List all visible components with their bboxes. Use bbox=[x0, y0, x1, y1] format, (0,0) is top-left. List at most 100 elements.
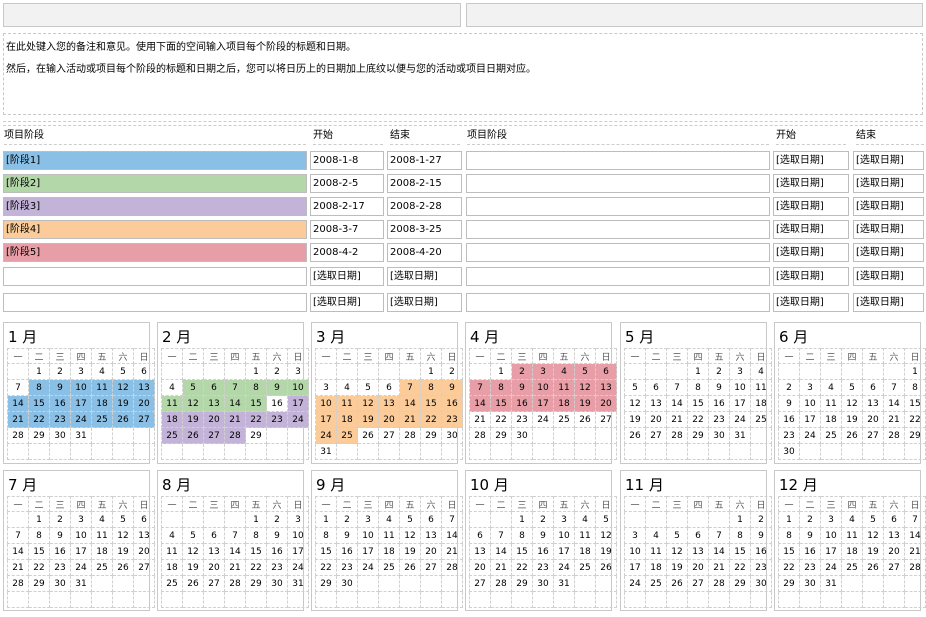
day-cell[interactable]: 10 bbox=[820, 527, 842, 544]
empty-day-cell[interactable] bbox=[883, 363, 905, 380]
empty-day-cell[interactable] bbox=[7, 363, 29, 380]
day-cell[interactable]: 10 bbox=[729, 379, 751, 396]
empty-day-cell[interactable] bbox=[336, 443, 358, 460]
day-cell[interactable]: 3 bbox=[70, 511, 92, 528]
day-cell[interactable]: 31 bbox=[70, 575, 92, 592]
day-cell[interactable]: 22 bbox=[904, 411, 926, 428]
day-cell[interactable]: 16 bbox=[49, 543, 71, 560]
day-cell[interactable]: 8 bbox=[28, 527, 50, 544]
day-cell[interactable]: 18 bbox=[553, 395, 575, 412]
empty-day-cell[interactable] bbox=[224, 443, 246, 460]
day-cell[interactable]: 26 bbox=[112, 559, 134, 576]
day-cell[interactable]: 8 bbox=[420, 379, 442, 396]
day-cell[interactable]: 7 bbox=[7, 379, 29, 396]
day-cell[interactable]: 3 bbox=[532, 363, 554, 380]
day-cell[interactable]: 14 bbox=[224, 395, 246, 412]
empty-day-cell[interactable] bbox=[666, 511, 688, 528]
empty-day-cell[interactable] bbox=[70, 443, 92, 460]
day-cell[interactable]: 7 bbox=[441, 511, 463, 528]
empty-day-cell[interactable] bbox=[553, 443, 575, 460]
end-date-field[interactable]: [选取日期] bbox=[853, 197, 924, 216]
empty-day-cell[interactable] bbox=[245, 591, 267, 608]
day-cell[interactable]: 13 bbox=[469, 543, 491, 560]
day-cell[interactable]: 16 bbox=[336, 543, 358, 560]
day-cell[interactable]: 25 bbox=[91, 411, 113, 428]
day-cell[interactable]: 24 bbox=[357, 559, 379, 576]
day-cell[interactable]: 12 bbox=[112, 527, 134, 544]
day-cell[interactable]: 12 bbox=[666, 543, 688, 560]
day-cell[interactable]: 1 bbox=[490, 363, 512, 380]
empty-day-cell[interactable] bbox=[315, 363, 337, 380]
empty-day-cell[interactable] bbox=[595, 443, 617, 460]
empty-day-cell[interactable] bbox=[266, 443, 288, 460]
day-cell[interactable]: 19 bbox=[574, 395, 596, 412]
day-cell[interactable]: 22 bbox=[778, 559, 800, 576]
day-cell[interactable]: 13 bbox=[133, 379, 155, 396]
day-cell[interactable]: 19 bbox=[112, 543, 134, 560]
empty-day-cell[interactable] bbox=[378, 575, 400, 592]
day-cell[interactable]: 1 bbox=[28, 511, 50, 528]
day-cell[interactable]: 5 bbox=[862, 511, 884, 528]
start-date-field[interactable]: 2008-2-5 bbox=[310, 174, 384, 193]
day-cell[interactable]: 3 bbox=[553, 511, 575, 528]
empty-day-cell[interactable] bbox=[112, 443, 134, 460]
day-cell[interactable]: 26 bbox=[595, 559, 617, 576]
day-cell[interactable]: 16 bbox=[750, 543, 772, 560]
day-cell[interactable]: 14 bbox=[708, 543, 730, 560]
day-cell[interactable]: 23 bbox=[778, 427, 800, 444]
day-cell[interactable]: 6 bbox=[595, 363, 617, 380]
empty-day-cell[interactable] bbox=[574, 591, 596, 608]
day-cell[interactable]: 30 bbox=[266, 575, 288, 592]
day-cell[interactable]: 4 bbox=[820, 379, 842, 396]
day-cell[interactable]: 7 bbox=[490, 527, 512, 544]
empty-day-cell[interactable] bbox=[420, 575, 442, 592]
day-cell[interactable]: 20 bbox=[133, 543, 155, 560]
day-cell[interactable]: 24 bbox=[820, 559, 842, 576]
start-date-field[interactable]: [选取日期] bbox=[310, 293, 384, 312]
day-cell[interactable]: 9 bbox=[799, 527, 821, 544]
day-cell[interactable]: 8 bbox=[778, 527, 800, 544]
empty-day-cell[interactable] bbox=[904, 443, 926, 460]
day-cell[interactable]: 24 bbox=[70, 411, 92, 428]
day-cell[interactable]: 25 bbox=[161, 427, 183, 444]
start-date-field[interactable]: [选取日期] bbox=[773, 174, 849, 193]
empty-day-cell[interactable] bbox=[687, 591, 709, 608]
day-cell[interactable]: 30 bbox=[799, 575, 821, 592]
day-cell[interactable]: 27 bbox=[203, 427, 225, 444]
day-cell[interactable]: 26 bbox=[666, 575, 688, 592]
day-cell[interactable]: 22 bbox=[245, 411, 267, 428]
day-cell[interactable]: 23 bbox=[532, 559, 554, 576]
day-cell[interactable]: 21 bbox=[441, 543, 463, 560]
phase-name-field[interactable] bbox=[466, 174, 770, 193]
day-cell[interactable]: 4 bbox=[161, 379, 183, 396]
day-cell[interactable]: 24 bbox=[799, 427, 821, 444]
day-cell[interactable]: 6 bbox=[133, 511, 155, 528]
day-cell[interactable]: 23 bbox=[441, 411, 463, 428]
phase-name-field[interactable] bbox=[3, 293, 307, 312]
empty-day-cell[interactable] bbox=[469, 443, 491, 460]
day-cell[interactable]: 8 bbox=[245, 527, 267, 544]
day-cell[interactable]: 11 bbox=[553, 379, 575, 396]
empty-day-cell[interactable] bbox=[469, 591, 491, 608]
day-cell[interactable]: 16 bbox=[441, 395, 463, 412]
day-cell[interactable]: 26 bbox=[182, 427, 204, 444]
day-cell[interactable]: 18 bbox=[645, 559, 667, 576]
day-cell[interactable]: 29 bbox=[511, 575, 533, 592]
empty-day-cell[interactable] bbox=[862, 443, 884, 460]
day-cell[interactable]: 5 bbox=[624, 379, 646, 396]
day-cell[interactable]: 3 bbox=[624, 527, 646, 544]
day-cell[interactable]: 13 bbox=[133, 527, 155, 544]
day-cell[interactable]: 15 bbox=[778, 543, 800, 560]
day-cell[interactable]: 25 bbox=[820, 427, 842, 444]
empty-day-cell[interactable] bbox=[378, 363, 400, 380]
day-cell[interactable]: 15 bbox=[729, 543, 751, 560]
day-cell[interactable]: 23 bbox=[49, 559, 71, 576]
day-cell[interactable]: 16 bbox=[778, 411, 800, 428]
day-cell[interactable]: 28 bbox=[469, 427, 491, 444]
empty-day-cell[interactable] bbox=[287, 427, 309, 444]
day-cell[interactable]: 3 bbox=[799, 379, 821, 396]
day-cell[interactable]: 4 bbox=[378, 511, 400, 528]
day-cell[interactable]: 17 bbox=[799, 411, 821, 428]
day-cell[interactable]: 18 bbox=[750, 395, 772, 412]
day-cell[interactable]: 2 bbox=[750, 511, 772, 528]
